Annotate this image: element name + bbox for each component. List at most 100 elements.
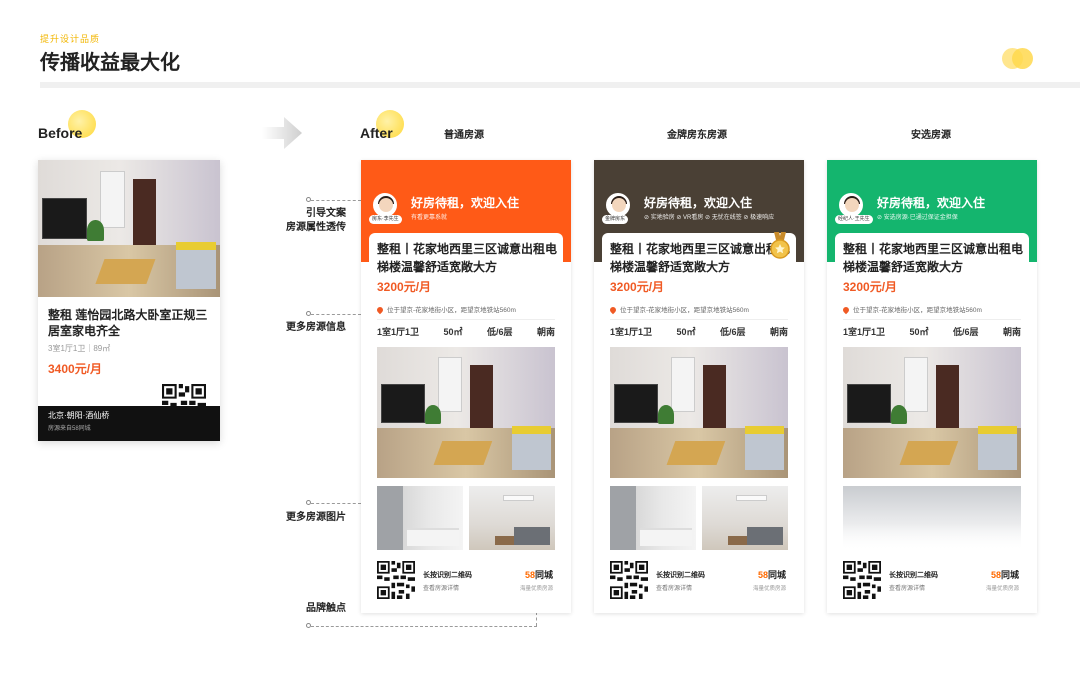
qr-subcaption: 查看房源详情: [423, 586, 460, 592]
page-title: 传播收益最大化: [40, 52, 180, 74]
annotation-more-info: 更多房源信息: [286, 322, 346, 333]
section-subtitle: 提升设计品质: [40, 34, 101, 44]
qr-code-icon: [843, 561, 881, 599]
annotation-connector: [536, 612, 537, 626]
listing-attribute: 朝南: [536, 327, 555, 337]
avatar-icon: [839, 193, 863, 217]
annotation-connector: [311, 503, 361, 504]
listing-attribute: 1室1厅1卫: [843, 327, 886, 337]
listing-price: 3200元/月: [377, 280, 432, 294]
listing-panel: 整租丨花家地西里三区诚意出租电梯楼温馨舒适宽敞大方 3200元/月位于望京-花家地…: [602, 233, 796, 613]
brand-name: 同城: [767, 570, 786, 580]
listing-attribute: 50㎡: [443, 327, 463, 337]
brand-logo: 58同城: [525, 568, 553, 581]
listing-attribute: 朝南: [769, 327, 788, 337]
qr-caption: 长按识别二维码: [889, 572, 938, 579]
listing-panel: 整租丨花家地西里三区诚意出租电梯楼温馨舒适宽敞大方 3200元/月位于望京-花家地…: [835, 233, 1029, 613]
location-pin-icon: [608, 305, 618, 315]
listing-attributes: 1室1厅1卫 50㎡ 低/6层 朝南: [610, 325, 788, 338]
brand-name: 同城: [1000, 570, 1019, 580]
column-header-select: 安选房源: [911, 130, 951, 141]
before-footer-location: 北京·朝阳·酒仙桥: [48, 411, 110, 420]
listing-location: 位于望京-花家地街小区，距望京地铁站560m: [608, 304, 749, 315]
brand-number: 58: [990, 570, 1001, 580]
arrow-right-icon: [262, 117, 302, 149]
listing-attribute: 1室1厅1卫: [377, 327, 420, 337]
decorative-circles: [1002, 48, 1034, 70]
qr-caption: 长按识别二维码: [656, 572, 705, 579]
listing-attribute: 50㎡: [909, 327, 929, 337]
after-label: After: [360, 125, 393, 141]
listing-title: 整租丨花家地西里三区诚意出租电梯楼温馨舒适宽敞大方: [843, 242, 1024, 274]
listing-attribute: 50㎡: [676, 327, 696, 337]
avatar-tag: 经纪人·王先生: [835, 215, 873, 224]
avatar-tag: 金牌房东: [602, 215, 629, 224]
card-header-subtitle: ⊘ 安选房源·已通过保证金担保: [877, 215, 958, 221]
brand-number: 58: [757, 570, 768, 580]
extra-photo: [702, 486, 788, 550]
qr-code-icon: [377, 561, 415, 599]
listing-attribute: 低/6层: [952, 327, 979, 337]
listing-location-text: 位于望京-花家地街小区，距望京地铁站560m: [853, 307, 982, 314]
avatar-tag: 房东·李先生: [369, 215, 402, 224]
annotation-more-photos: 更多房源图片: [286, 512, 346, 523]
before-room-photo: [38, 160, 220, 297]
before-listing-price: 3400元/月: [48, 362, 103, 376]
extra-photo: [610, 486, 696, 550]
brand-logo: 58同城: [991, 568, 1019, 581]
qr-subcaption: 查看房源详情: [656, 586, 693, 592]
card-header-title: 好房待租，欢迎入住: [411, 196, 520, 210]
location-pin-icon: [841, 305, 851, 315]
listing-attributes: 1室1厅1卫 50㎡ 低/6层 朝南: [843, 325, 1021, 338]
qr-subcaption: 查看房源详情: [889, 586, 926, 592]
brand-tagline: 海量优质房源: [519, 586, 553, 592]
annotation-brand-touch: 品牌触点: [306, 603, 346, 614]
after-poster-card-regular: 房东·李先生 好房待租，欢迎入住 有看更靠系就 整租丨花家地西里三区诚意出租电梯楼温馨…: [361, 160, 571, 613]
annotation-connector: [311, 626, 537, 627]
listing-attribute: 低/6层: [486, 327, 513, 337]
listing-price: 3200元/月: [843, 280, 898, 294]
location-pin-icon: [375, 305, 385, 315]
listing-attribute: 1室1厅1卫: [610, 327, 653, 337]
brand-tagline: 海量优质房源: [985, 586, 1019, 592]
extra-photo: [377, 486, 463, 550]
listing-title: 整租丨花家地西里三区诚意出租电梯楼温馨舒适宽敞大方: [610, 242, 791, 274]
annotation-connector: [311, 314, 361, 315]
listing-attributes: 1室1厅1卫 50㎡ 低/6层 朝南: [377, 325, 555, 338]
annotation-attr-reveal: 房源属性透传: [286, 222, 346, 233]
annotation-connector: [311, 200, 361, 201]
main-room-photo: [610, 347, 788, 478]
card-header-title: 好房待租，欢迎入住: [877, 196, 986, 210]
card-header-subtitle: ⊘ 实地验房 ⊘ VR看房 ⊘ 无忧在线签 ⊘ 极速响应: [644, 215, 775, 221]
after-poster-card-select: 经纪人·王先生 好房待租，欢迎入住 ⊘ 安选房源·已通过保证金担保整租丨花家地西里三…: [827, 160, 1037, 613]
before-footer-source: 房源来自58同城: [48, 426, 91, 432]
before-listing-meta: 3室1厅1卫｜89㎡: [48, 344, 111, 353]
listing-panel: 整租丨花家地西里三区诚意出租电梯楼温馨舒适宽敞大方 3200元/月位于望京-花家地…: [369, 233, 563, 613]
listing-location-text: 位于望京-花家地街小区，距望京地铁站560m: [620, 307, 749, 314]
before-footer: 北京·朝阳·酒仙桥 房源来自58同城: [38, 406, 220, 441]
brand-logo: 58同城: [758, 568, 786, 581]
extra-photo: [469, 486, 555, 550]
qr-code-icon: [610, 561, 648, 599]
listing-location: 位于望京-花家地街小区，距望京地铁站560m: [841, 304, 982, 315]
column-header-regular: 普通房源: [444, 130, 484, 141]
listing-attribute: 朝南: [1002, 327, 1021, 337]
before-listing-title: 整租 莲怡园北路大卧室正规三居室家电齐全: [48, 308, 208, 338]
column-header-gold: 金牌房东房源: [667, 130, 727, 141]
brand-name: 同城: [534, 570, 553, 580]
before-label: Before: [38, 125, 83, 141]
avatar-icon: [606, 193, 630, 217]
medal-icon: [770, 232, 790, 259]
annotation-guide-copy: 引导文案: [306, 208, 346, 219]
brand-number: 58: [524, 570, 535, 580]
main-room-photo: [843, 347, 1021, 478]
listing-attribute: 低/6层: [719, 327, 746, 337]
listing-title: 整租丨花家地西里三区诚意出租电梯楼温馨舒适宽敞大方: [377, 242, 558, 274]
listing-price: 3200元/月: [610, 280, 665, 294]
listing-location-text: 位于望京-花家地街小区，距望京地铁站560m: [387, 307, 516, 314]
brand-tagline: 海量优质房源: [752, 586, 786, 592]
before-poster-card: 整租 莲怡园北路大卧室正规三居室家电齐全 3室1厅1卫｜89㎡ 3400元/月 …: [38, 160, 220, 441]
main-room-photo: [377, 347, 555, 478]
qr-caption: 长按识别二维码: [423, 572, 472, 579]
avatar-icon: [373, 193, 397, 217]
